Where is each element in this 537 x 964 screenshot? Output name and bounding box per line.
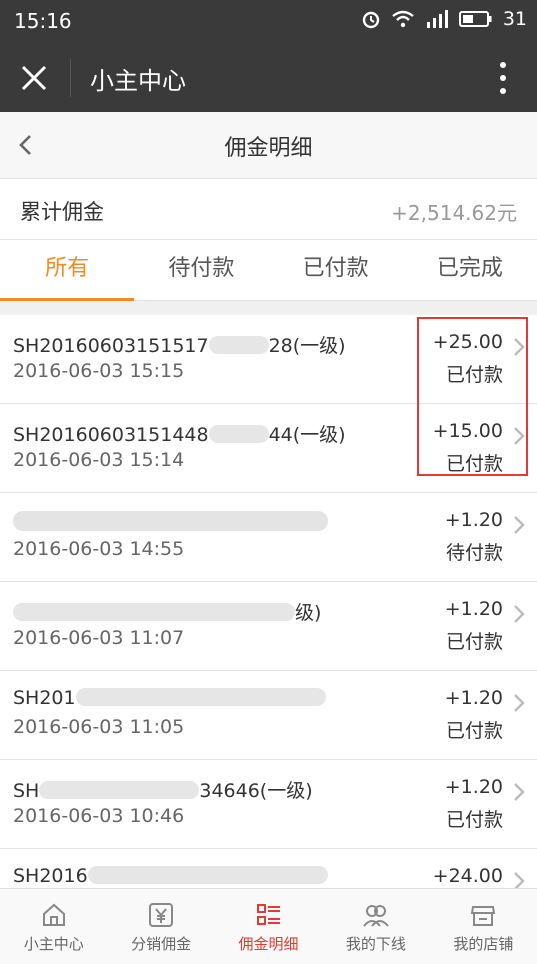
chevron-right-icon [514, 872, 525, 888]
list-item[interactable]: SH2016 +24.00 [0, 849, 537, 888]
item-amount: +1.20 [444, 509, 503, 531]
item-status: 已付款 [445, 809, 503, 831]
order-suffix: 28(一级) [268, 335, 346, 357]
more-icon[interactable] [499, 60, 507, 96]
order-number: SH201 [13, 687, 326, 709]
chevron-right-icon [514, 338, 525, 356]
total-commission-value: +2,514.62元 [391, 201, 517, 225]
page-title: 佣金明细 [224, 136, 313, 161]
chevron-right-icon [514, 516, 525, 534]
yen-icon [149, 903, 174, 927]
list-item[interactable]: 2016-06-03 14:55 +1.20 待付款 [0, 493, 537, 582]
chevron-right-icon [514, 783, 525, 801]
nav-label: 分销佣金 [131, 935, 192, 953]
nav-store[interactable]: 我的店铺 [430, 889, 537, 964]
blurred-order-number [13, 511, 328, 531]
item-date: 2016-06-03 11:05 [13, 716, 185, 738]
order-suffix: 44(一级) [268, 424, 346, 446]
order-number: SH 34646(一级) [13, 776, 313, 803]
order-prefix: SH2016 [13, 865, 88, 887]
order-prefix: SH20160603151448 [13, 424, 209, 446]
blurred-text [208, 425, 269, 443]
item-amount: +25.00 [432, 331, 503, 353]
list-item[interactable]: 级) 2016-06-03 11:07 +1.20 已付款 [0, 582, 537, 671]
order-suffix: 34646(一级) [199, 780, 313, 802]
item-date: 2016-06-03 15:15 [13, 360, 185, 382]
item-status: 已付款 [445, 631, 503, 653]
item-date: 2016-06-03 10:46 [13, 805, 185, 827]
order-prefix: SH201 [13, 687, 76, 709]
item-date: 2016-06-03 15:14 [13, 449, 185, 471]
nav-downline[interactable]: 我的下线 [322, 889, 429, 964]
signal-icon [426, 10, 448, 28]
blurred-text [208, 336, 269, 354]
list-item[interactable]: SH201 2016-06-03 11:05 +1.20 已付款 [0, 671, 537, 760]
app-bar: 小主中心 [0, 44, 537, 112]
order-number: SH2016 [13, 865, 328, 887]
sub-header: 佣金明细 [0, 112, 537, 179]
alarm-icon [362, 11, 380, 29]
nav-commission[interactable]: 分销佣金 [107, 889, 214, 964]
wifi-icon [392, 10, 414, 28]
close-icon[interactable] [18, 62, 50, 94]
item-status: 已付款 [445, 364, 503, 386]
nav-label: 我的下线 [345, 935, 406, 953]
nav-label: 我的店铺 [453, 935, 514, 953]
blurred-text [87, 866, 328, 884]
people-icon [363, 905, 389, 927]
chevron-right-icon [514, 605, 525, 623]
item-status: 已付款 [445, 453, 503, 475]
item-date: 2016-06-03 14:55 [13, 538, 185, 560]
app-bar-title: 小主中心 [90, 67, 186, 95]
battery-level: 31 [502, 8, 527, 30]
order-number: SH20160603151517 28(一级) [13, 331, 346, 358]
total-commission-row: 累计佣金 +2,514.62元 [0, 179, 537, 240]
tab-all[interactable]: 所有 [0, 240, 135, 301]
status-icons: 31 [361, 8, 527, 30]
app-bar-divider [70, 59, 71, 97]
item-date: 2016-06-03 11:07 [13, 627, 185, 649]
blurred-text [39, 781, 200, 799]
order-number: 级) [13, 598, 321, 625]
item-amount: +1.20 [444, 687, 503, 709]
blurred-text [13, 603, 295, 621]
tab-completed[interactable]: 已完成 [403, 240, 537, 300]
item-amount: +15.00 [432, 420, 503, 442]
status-time: 15:16 [14, 9, 72, 33]
list-item[interactable]: SH20160603151517 28(一级) 2016-06-03 15:15 … [0, 315, 537, 404]
filter-tabs: 所有 待付款 已付款 已完成 [0, 240, 537, 301]
order-suffix: 级) [295, 602, 322, 624]
item-amount: +1.20 [444, 776, 503, 798]
home-icon [42, 903, 65, 926]
order-prefix: SH20160603151517 [13, 335, 209, 357]
tab-paid[interactable]: 已付款 [269, 240, 403, 300]
item-status: 已付款 [445, 720, 503, 742]
bottom-nav: 小主中心 分销佣金 佣金明细 我的下线 我的店铺 [0, 888, 537, 964]
tab-pending[interactable]: 待付款 [134, 240, 268, 300]
battery-icon [458, 11, 492, 27]
blurred-text [75, 688, 326, 706]
nav-commission-detail[interactable]: 佣金明细 [215, 889, 322, 964]
list-icon [256, 904, 280, 925]
chevron-right-icon [514, 694, 525, 712]
commission-list: SH20160603151517 28(一级) 2016-06-03 15:15 … [0, 315, 537, 888]
order-prefix: SH [13, 780, 40, 802]
item-status: 待付款 [445, 542, 503, 564]
nav-home[interactable]: 小主中心 [0, 889, 107, 964]
section-gap [0, 301, 537, 315]
store-icon [471, 906, 496, 926]
list-item[interactable]: SH 34646(一级) 2016-06-03 10:46 +1.20 已付款 [0, 760, 537, 849]
order-number: SH20160603151448 44(一级) [13, 420, 346, 447]
status-bar: 15:16 31 [0, 0, 537, 44]
list-item[interactable]: SH20160603151448 44(一级) 2016-06-03 15:14 … [0, 404, 537, 493]
item-amount: +1.20 [444, 598, 503, 620]
nav-label: 小主中心 [23, 935, 84, 953]
item-amount: +24.00 [432, 865, 503, 887]
nav-label: 佣金明细 [238, 935, 299, 953]
total-commission-label: 累计佣金 [20, 200, 104, 224]
chevron-right-icon [514, 427, 525, 445]
